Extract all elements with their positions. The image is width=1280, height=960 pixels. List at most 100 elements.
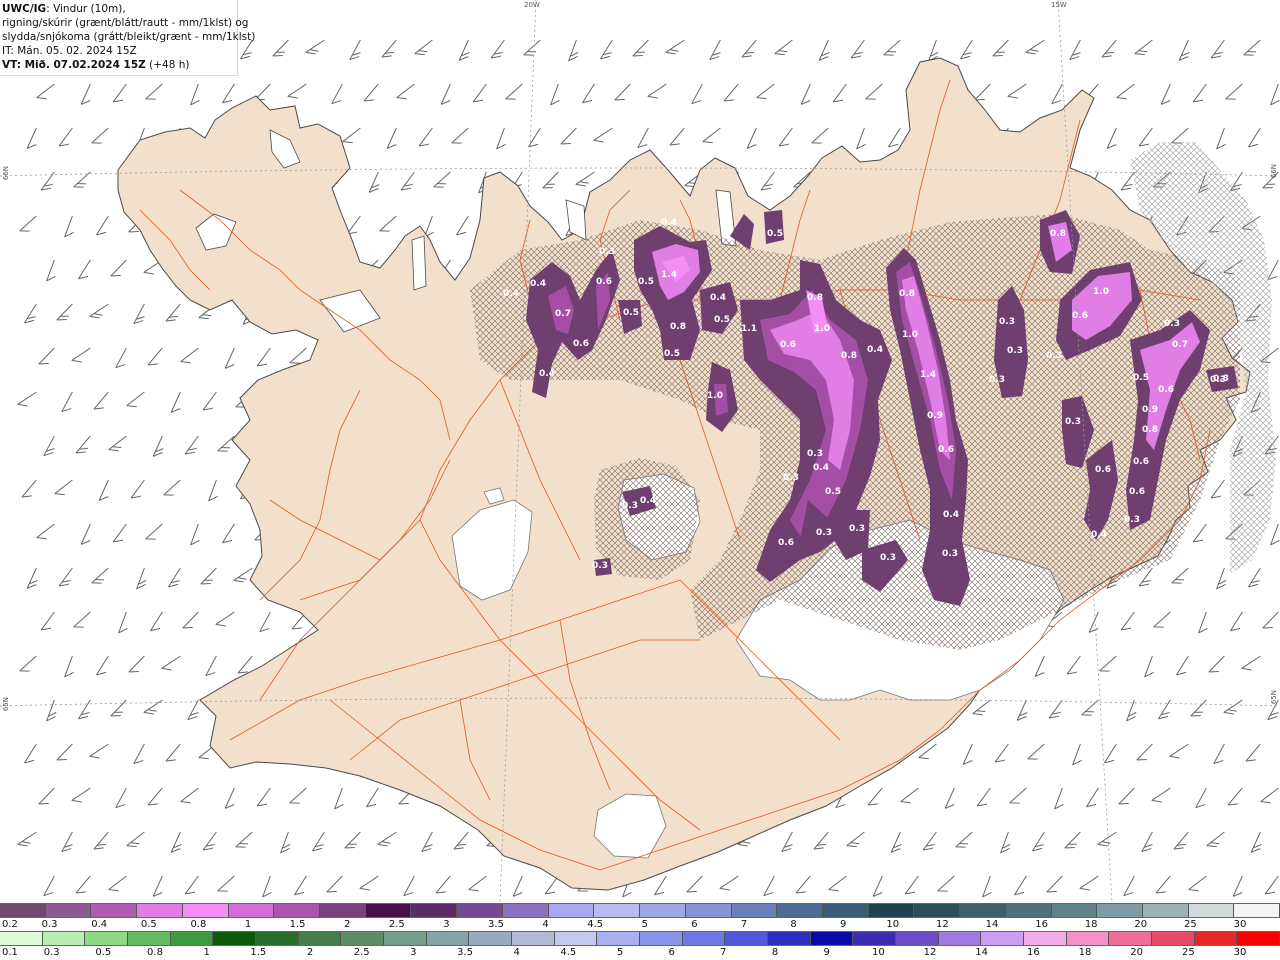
lat-label-65n-right: 65N bbox=[1270, 690, 1278, 705]
wind-barb bbox=[632, 37, 653, 61]
wind-barb bbox=[80, 522, 95, 547]
legend-tick-label: 8 bbox=[771, 947, 779, 958]
wind-barb bbox=[205, 654, 221, 679]
legend-tick-label: 2 bbox=[344, 919, 351, 930]
legend-swatch bbox=[731, 904, 778, 917]
wind-barb bbox=[421, 830, 437, 855]
wind-barb bbox=[272, 37, 293, 61]
wind-barb bbox=[180, 344, 202, 368]
wind-barb bbox=[440, 82, 455, 107]
legend-swatch bbox=[896, 932, 939, 945]
wind-barb bbox=[922, 829, 941, 855]
legend-swatch bbox=[981, 932, 1025, 945]
legend-swatch bbox=[548, 904, 595, 917]
valid-time: VT: Mið. 07.02.2024 15Z bbox=[2, 59, 146, 71]
wind-barb bbox=[400, 169, 419, 195]
wind-barb bbox=[1229, 610, 1247, 635]
wind-barb bbox=[1034, 654, 1049, 679]
precip-value-label: 0.5 bbox=[1133, 373, 1149, 383]
wind-barb bbox=[1069, 38, 1085, 63]
legend-swatch bbox=[1051, 904, 1098, 917]
wind-barb bbox=[163, 477, 185, 501]
legend-swatch bbox=[938, 932, 982, 945]
legend-tick-label: 1.5 bbox=[289, 919, 306, 930]
legend-tick-label: 12 bbox=[923, 947, 937, 958]
precip-value-label: 0.3 bbox=[849, 524, 865, 534]
wind-barb bbox=[145, 81, 167, 105]
wind-barb bbox=[702, 124, 724, 148]
wind-barb bbox=[259, 610, 275, 635]
legend-tick-label: 18 bbox=[1078, 947, 1092, 958]
wind-barb bbox=[468, 872, 490, 896]
wind-barb bbox=[133, 302, 149, 327]
wind-barb bbox=[435, 873, 455, 898]
wind-barb bbox=[832, 81, 851, 107]
legend-tick-label: 4 bbox=[542, 919, 549, 930]
rain-color-scale bbox=[0, 931, 1280, 946]
wind-barb bbox=[1099, 653, 1121, 677]
legend-swatch bbox=[1142, 904, 1189, 917]
wind-barb bbox=[1116, 80, 1138, 104]
legend-tick-label: 3.5 bbox=[488, 919, 504, 930]
map-canvas: 0.4 0.7 0.6 0.4 0.4 0.6 0.3 1.4 0.5 0.4 0.5 0.5 0.8 0… bbox=[0, 0, 1280, 902]
wind-barb bbox=[1118, 785, 1139, 809]
precip-value-label: 0.4 bbox=[813, 463, 829, 473]
precip-value-label: 0.6 bbox=[938, 445, 954, 455]
legend-swatch bbox=[469, 932, 513, 945]
precip-value-label: 0.7 bbox=[1172, 340, 1188, 350]
legend-swatch bbox=[274, 904, 321, 917]
wind-barb bbox=[359, 872, 382, 895]
wind-barb bbox=[311, 830, 329, 855]
wind-barb bbox=[208, 478, 221, 503]
precip-value-label: 1.0 bbox=[902, 330, 918, 340]
legend-swatch bbox=[426, 932, 470, 945]
wind-barb bbox=[334, 786, 347, 811]
wind-barb bbox=[992, 37, 1013, 61]
legend-tick-label: 16 bbox=[1035, 919, 1048, 930]
legend-swatch bbox=[768, 932, 811, 945]
legend-swatch bbox=[960, 904, 1006, 917]
precip-value-label: 1.1 bbox=[741, 324, 757, 334]
wind-barb bbox=[976, 785, 995, 811]
wind-barb bbox=[1175, 654, 1193, 679]
precip-value-label: 0.6 bbox=[596, 277, 612, 287]
wind-barb bbox=[741, 37, 761, 62]
wind-barb bbox=[1048, 697, 1067, 723]
wind-barb bbox=[550, 82, 563, 107]
precip-value-label: 0.8 bbox=[807, 293, 823, 303]
wind-barb bbox=[200, 565, 221, 589]
legend-tick-label: 14 bbox=[975, 947, 989, 958]
wind-barb bbox=[180, 784, 202, 808]
wind-barb bbox=[21, 477, 41, 502]
wind-barb bbox=[396, 80, 418, 104]
forecast-map: 0.4 0.7 0.6 0.4 0.4 0.6 0.3 1.4 0.5 0.4 0.5 0.5 0.8 0… bbox=[0, 0, 1280, 902]
wind-barb bbox=[560, 125, 581, 149]
wind-barb bbox=[1245, 741, 1265, 766]
wind-barb bbox=[110, 697, 131, 721]
wind-barb bbox=[40, 609, 59, 635]
precip-value-label: 0.3 bbox=[816, 528, 832, 538]
wind-barb bbox=[760, 169, 779, 195]
wind-barb bbox=[386, 126, 401, 151]
legend-swatch bbox=[868, 904, 915, 917]
wind-barb bbox=[637, 126, 653, 151]
wind-barb bbox=[115, 786, 131, 811]
wind-barb bbox=[472, 81, 491, 107]
wind-barb bbox=[280, 830, 293, 855]
wind-barb bbox=[17, 388, 40, 411]
legend-tick-label: 4.5 bbox=[560, 947, 577, 958]
legend-swatch bbox=[1237, 932, 1280, 945]
wind-barb bbox=[170, 390, 185, 415]
wind-barb bbox=[38, 345, 59, 369]
wind-barb bbox=[828, 872, 850, 896]
wind-barb bbox=[1267, 258, 1280, 283]
wind-barb bbox=[1046, 873, 1067, 897]
legend-tick-label: 9 bbox=[823, 947, 830, 958]
wind-barb bbox=[1101, 37, 1121, 62]
wind-barb bbox=[1260, 784, 1280, 808]
wind-barb bbox=[490, 37, 509, 63]
wind-barb bbox=[108, 872, 130, 896]
wind-barb bbox=[414, 36, 436, 60]
wind-barb bbox=[75, 873, 95, 898]
precip-value-label: 0.5 bbox=[638, 277, 654, 287]
